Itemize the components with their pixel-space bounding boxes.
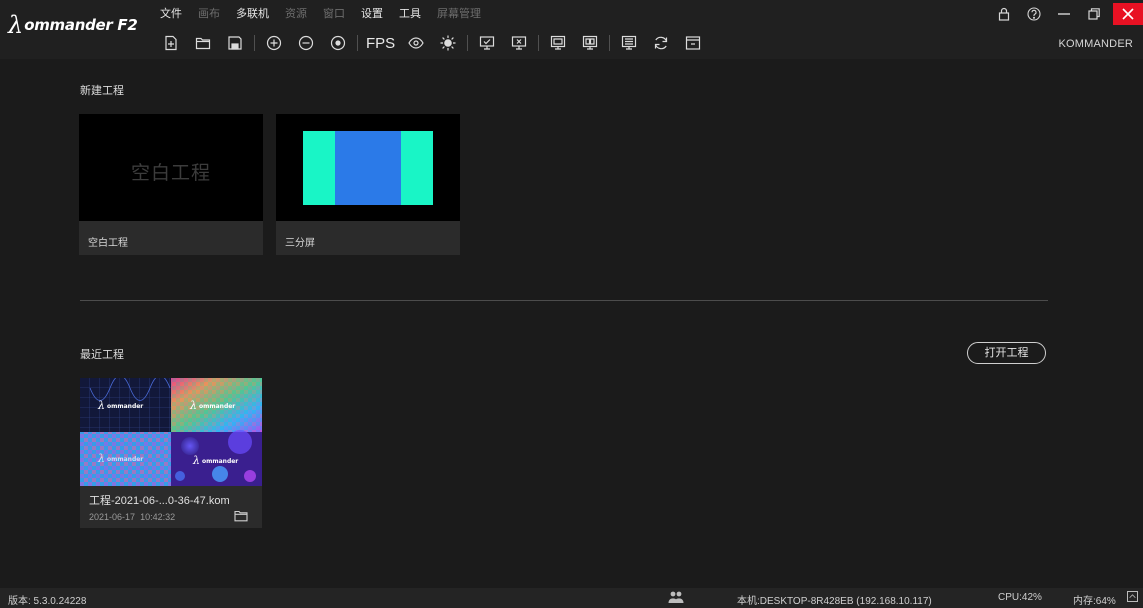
toolbar: FPS: [160, 31, 714, 55]
screen-layout-icon[interactable]: [618, 32, 640, 54]
toolbar-separator: [357, 35, 358, 51]
svg-text:λ: λ: [189, 399, 197, 412]
new-file-icon[interactable]: [160, 32, 182, 54]
svg-text:ommander: ommander: [107, 403, 143, 410]
username: KOMMANDER: [1058, 38, 1133, 50]
menu-file[interactable]: 文件: [160, 7, 190, 25]
menu-multi-machine[interactable]: 多联机: [228, 7, 277, 25]
toolbar-separator: [254, 35, 255, 51]
section-divider: [80, 300, 1048, 301]
users-icon[interactable]: [668, 590, 684, 604]
split-center: [335, 131, 401, 205]
svg-text:λ: λ: [192, 454, 200, 467]
host-info: 本机:DESKTOP-8R428EB (192.168.10.117): [737, 596, 932, 607]
toolbar-separator: [467, 35, 469, 51]
svg-text:ommander: ommander: [107, 456, 143, 463]
expand-icon[interactable]: [1127, 591, 1138, 602]
cpu-usage: CPU:42%: [998, 592, 1042, 603]
recent-project-date: 2021-06-17 10:42:32: [89, 512, 176, 522]
version-label: 版本: 5.3.0.24228: [8, 596, 87, 607]
three-split-label: 三分屏: [285, 238, 315, 249]
new-project-title: 新建工程: [80, 84, 124, 97]
restore-icon[interactable]: [1081, 4, 1107, 24]
help-icon[interactable]: [1021, 4, 1047, 24]
recent-project-name: 工程-2021-06-...0-36-47.kom: [89, 495, 230, 507]
save-icon[interactable]: [224, 32, 246, 54]
monitor-check-icon[interactable]: [476, 32, 498, 54]
menu-tools[interactable]: 工具: [391, 7, 429, 25]
open-folder-icon[interactable]: [192, 32, 214, 54]
logo-lambda: λ: [8, 11, 24, 39]
menu-bar: 文件 画布 多联机 资源 窗口 设置 工具 屏幕管理: [160, 7, 489, 25]
fps-toggle[interactable]: FPS: [366, 35, 395, 52]
blank-project-thumbnail: 空白工程: [79, 114, 263, 221]
eye-icon[interactable]: [405, 32, 427, 54]
screen-split-icon[interactable]: [579, 32, 601, 54]
zoom-in-icon[interactable]: [263, 32, 285, 54]
brightness-icon[interactable]: [437, 32, 459, 54]
blank-project-label: 空白工程: [88, 238, 128, 249]
recent-project-thumbnail: λ ommander λ ommander λ ommander λ omman…: [80, 378, 262, 486]
menu-canvas[interactable]: 画布: [190, 7, 228, 25]
zoom-out-icon[interactable]: [295, 32, 317, 54]
menu-window[interactable]: 窗口: [315, 7, 353, 25]
memory-usage: 内存:64%: [1073, 596, 1116, 607]
three-split-card[interactable]: 三分屏: [276, 114, 460, 255]
three-split-thumbnail: [276, 114, 460, 221]
svg-text:ommander: ommander: [202, 458, 238, 465]
window-controls: [987, 3, 1143, 25]
svg-text:λ: λ: [97, 399, 105, 412]
menu-settings[interactable]: 设置: [353, 7, 391, 25]
recent-projects-title: 最近工程: [80, 348, 124, 361]
toolbar-separator: [609, 35, 611, 51]
menu-resources[interactable]: 资源: [277, 7, 315, 25]
app-logo: λ ommander F2: [8, 12, 138, 38]
logo-text: ommander F2: [24, 16, 138, 34]
recent-project-card[interactable]: λ ommander λ ommander λ ommander λ omman…: [80, 378, 262, 528]
status-bar: 版本: 5.3.0.24228 本机:DESKTOP-8R428EB (192.…: [0, 588, 1143, 608]
lock-icon[interactable]: [991, 4, 1017, 24]
blank-project-thumb-text: 空白工程: [130, 162, 211, 184]
close-icon[interactable]: [1113, 3, 1143, 25]
svg-text:ommander: ommander: [199, 403, 235, 410]
refresh-icon[interactable]: [650, 32, 672, 54]
split-right: [401, 131, 433, 205]
blank-project-card[interactable]: 空白工程 空白工程: [79, 114, 263, 255]
svg-text:λ: λ: [97, 452, 105, 465]
minimize-icon[interactable]: [1051, 4, 1077, 24]
screen-grid-icon[interactable]: [547, 32, 569, 54]
target-icon[interactable]: [327, 32, 349, 54]
window-icon[interactable]: [682, 32, 704, 54]
monitor-close-icon[interactable]: [508, 32, 530, 54]
split-left: [303, 131, 335, 205]
folder-icon[interactable]: [234, 510, 248, 522]
open-project-button[interactable]: 打开工程: [967, 342, 1046, 364]
toolbar-separator: [538, 35, 540, 51]
title-bar: λ ommander F2 文件 画布 多联机 资源 窗口 设置 工具 屏幕管理: [0, 0, 1143, 59]
menu-screen-management[interactable]: 屏幕管理: [429, 7, 489, 25]
